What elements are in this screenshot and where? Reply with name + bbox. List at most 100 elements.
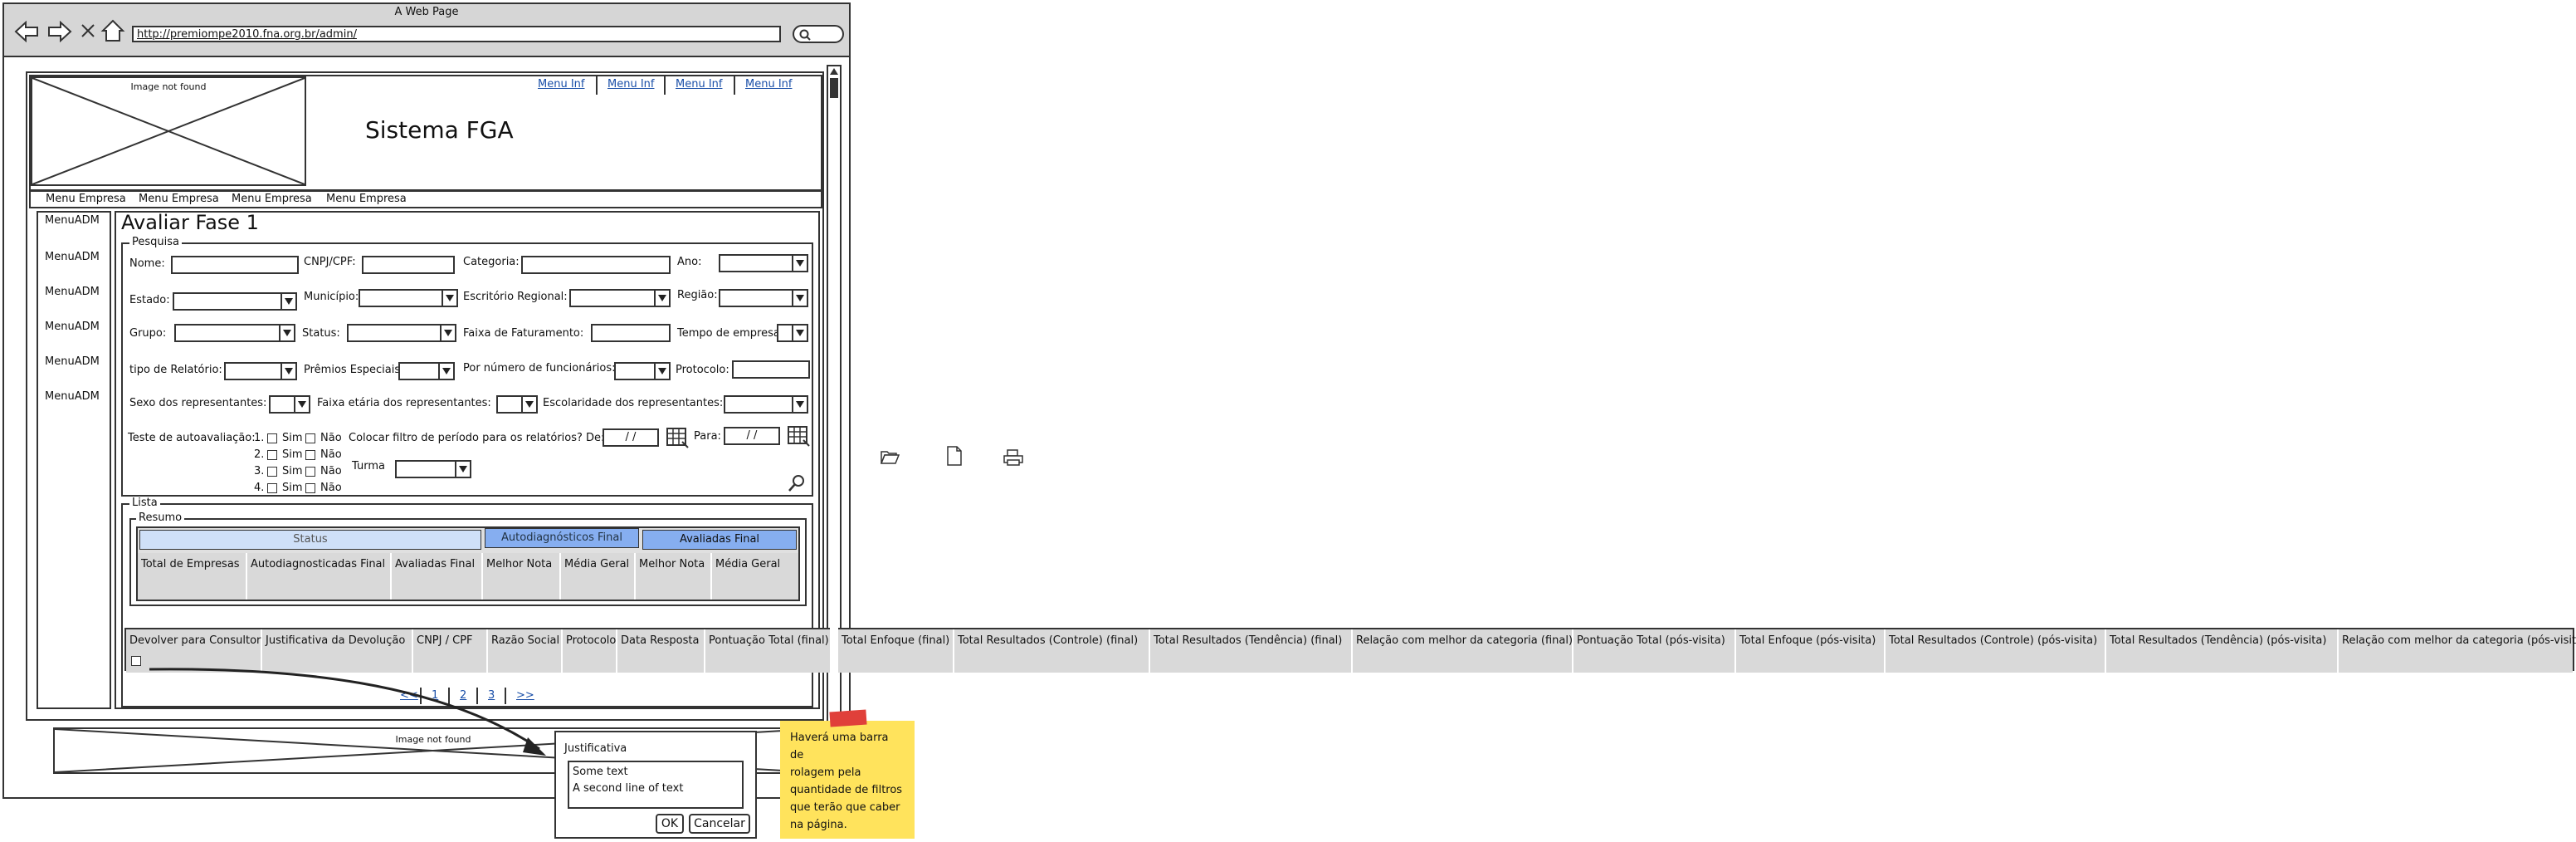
col-relacao-melhor-final: Relação com melhor da categoria (final): [1353, 629, 1573, 673]
home-icon[interactable]: [100, 19, 125, 42]
lista-group-label: Lista: [129, 497, 160, 509]
faixa-faturamento-input[interactable]: [591, 324, 671, 342]
sticky-note-line: Haverá uma barra de: [790, 732, 889, 761]
tipo-relatorio-select[interactable]: [224, 362, 297, 380]
date-to-value: / /: [746, 429, 758, 442]
nome-input[interactable]: [171, 256, 299, 274]
resumo-col-autodiag: Autodiagnosticadas Final: [247, 553, 392, 600]
periodo-label: Colocar filtro de período para os relató…: [349, 432, 605, 444]
municipio-select[interactable]: [359, 289, 458, 307]
sidebar-item-1[interactable]: MenuADM: [45, 214, 100, 227]
escolaridade-select[interactable]: [724, 395, 808, 414]
tempo-empresa-select[interactable]: [777, 324, 808, 342]
company-menu-item-2[interactable]: Menu Empresa: [139, 193, 219, 205]
top-menu-item-2[interactable]: Menu Inf: [607, 78, 654, 91]
resumo-status-header: Status: [139, 530, 481, 550]
col-pontuacao-total-pos: Pontuação Total (pós-visita): [1573, 629, 1736, 673]
tempo-empresa-label: Tempo de empresa:: [677, 327, 784, 340]
sidebar-item-2[interactable]: MenuADM: [45, 251, 100, 263]
self-eval-4-sim-checkbox[interactable]: [267, 483, 277, 493]
logo-image-placeholder: Image not found: [31, 76, 306, 186]
grupo-select[interactable]: [174, 324, 295, 342]
sticky-note-tape: [829, 709, 867, 727]
company-menu-item-1[interactable]: Menu Empresa: [46, 193, 126, 205]
teste-label: Teste de autoavaliação:: [128, 432, 256, 444]
self-eval-4-nao-checkbox[interactable]: [305, 483, 315, 493]
company-menu-item-4[interactable]: Menu Empresa: [326, 193, 407, 205]
sidebar-item-4[interactable]: MenuADM: [45, 321, 100, 333]
nao-label: Não: [320, 465, 342, 477]
self-eval-row-number: 4.: [254, 482, 265, 494]
cnpj-input[interactable]: [362, 256, 455, 274]
address-bar[interactable]: http://premiompe2010.fna.org.br/admin/: [132, 26, 781, 42]
sim-label: Sim: [282, 482, 303, 494]
url-text: http://premiompe2010.fna.org.br/admin/: [137, 28, 357, 41]
self-eval-3-nao-checkbox[interactable]: [305, 467, 315, 477]
textarea-line-2: A second line of text: [573, 782, 684, 795]
categoria-input[interactable]: [521, 256, 671, 274]
col-data-resposta: Data Resposta: [617, 629, 705, 673]
dialog-title: Justificativa: [564, 742, 627, 755]
devolver-checkbox[interactable]: [131, 656, 141, 666]
top-menu-item-4[interactable]: Menu Inf: [745, 78, 792, 91]
top-menu-item-3[interactable]: Menu Inf: [676, 78, 722, 91]
justificativa-dialog: Justificativa Some text A second line of…: [554, 731, 757, 839]
faixa-etaria-label: Faixa etária dos representantes:: [317, 397, 491, 409]
date-from-input[interactable]: / /: [603, 428, 659, 447]
cancel-button[interactable]: Cancelar: [689, 814, 750, 834]
forward-icon[interactable]: [47, 21, 72, 42]
annotation-arrow: [149, 668, 546, 756]
nao-label: Não: [320, 482, 342, 494]
sidebar: MenuADM MenuADM MenuADM MenuADM MenuADM …: [37, 211, 111, 709]
premios-label: Prêmios Especiais:: [304, 364, 404, 376]
search-box[interactable]: [793, 25, 844, 43]
self-eval-1-nao-checkbox[interactable]: [305, 433, 315, 443]
turma-select[interactable]: [395, 460, 471, 478]
sidebar-item-6[interactable]: MenuADM: [45, 390, 100, 403]
sexo-label: Sexo dos representantes:: [129, 397, 267, 409]
escritorio-select[interactable]: [569, 289, 671, 307]
premios-select[interactable]: [398, 362, 455, 380]
self-eval-1-sim-checkbox[interactable]: [267, 433, 277, 443]
sidebar-item-5[interactable]: MenuADM: [45, 355, 100, 368]
calendar-icon[interactable]: [666, 425, 689, 448]
justificativa-textarea[interactable]: Some text A second line of text: [568, 761, 744, 809]
company-menu-item-3[interactable]: Menu Empresa: [232, 193, 312, 205]
ok-button[interactable]: OK: [656, 814, 684, 834]
scroll-up-arrow[interactable]: [830, 68, 838, 75]
status-select[interactable]: [347, 324, 456, 342]
self-eval-2-sim-checkbox[interactable]: [267, 450, 277, 460]
date-to-input[interactable]: / /: [724, 427, 780, 445]
sticky-note-line: na página.: [790, 819, 847, 831]
sticky-note: Haverá uma barra de rolagem pela quantid…: [780, 721, 915, 839]
faixa-etaria-select[interactable]: [496, 395, 538, 414]
col-resultados-tendencia-pos: Total Resultados (Tendência) (pós-visita…: [2106, 629, 2339, 673]
table-window-edge: [830, 628, 838, 671]
top-menu-item-1[interactable]: Menu Inf: [538, 78, 584, 91]
nao-label: Não: [320, 432, 342, 444]
document-icon: [947, 446, 962, 466]
close-icon[interactable]: [80, 23, 95, 38]
col-resultados-controle-pos: Total Resultados (Controle) (pós-visita): [1886, 629, 2106, 673]
resumo-autodiag-text: Autodiagnósticos Final: [501, 531, 622, 544]
regiao-label: Região:: [677, 289, 718, 301]
funcionarios-select[interactable]: [614, 362, 671, 380]
calendar-icon[interactable]: [787, 423, 810, 447]
textarea-line-1: Some text: [573, 766, 628, 778]
ano-select[interactable]: [719, 254, 808, 272]
sidebar-item-3[interactable]: MenuADM: [45, 286, 100, 298]
search-icon[interactable]: [787, 473, 807, 493]
protocolo-input[interactable]: [732, 360, 810, 379]
estado-select[interactable]: [173, 292, 297, 311]
back-icon[interactable]: [14, 21, 39, 42]
nao-label: Não: [320, 448, 342, 461]
scroll-thumb[interactable]: [830, 78, 838, 98]
self-eval-3-sim-checkbox[interactable]: [267, 467, 277, 477]
regiao-select[interactable]: [719, 289, 808, 307]
self-eval-2-nao-checkbox[interactable]: [305, 450, 315, 460]
sexo-select[interactable]: [269, 395, 310, 414]
vertical-scrollbar[interactable]: [827, 65, 842, 781]
top-menu: Menu Inf Menu Inf Menu Inf Menu Inf: [531, 76, 805, 96]
sticky-note-line: rolagem pela: [790, 766, 861, 779]
status-label: Status:: [302, 327, 340, 340]
